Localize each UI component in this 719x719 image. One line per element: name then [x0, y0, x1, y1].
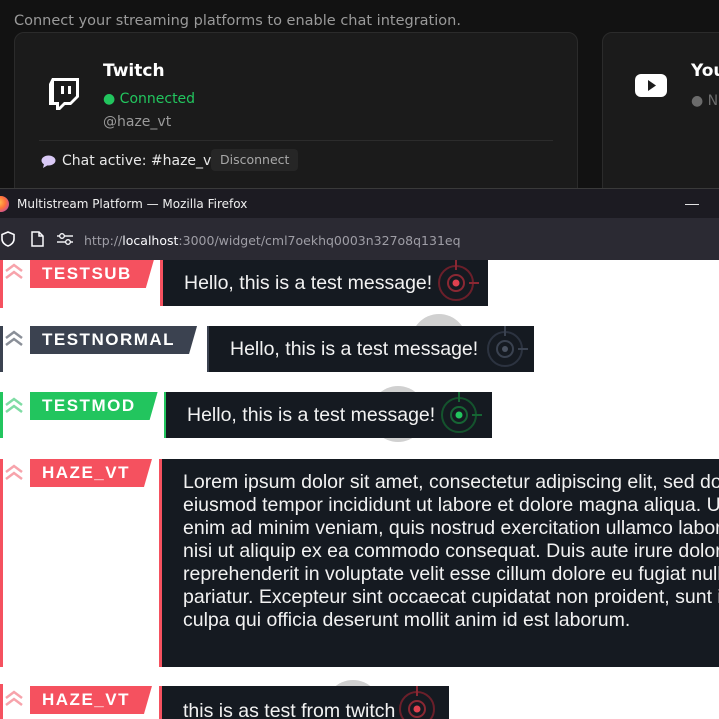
firefox-logo-icon: [0, 196, 9, 212]
mod-chevron-icon: [5, 397, 23, 413]
youtube-card: YouTube ● Not connected: [602, 32, 719, 188]
twitch-status: ● Connected: [103, 91, 196, 107]
message-accent-bar: [0, 326, 3, 372]
platforms-subtitle: Connect your streaming platforms to enab…: [14, 13, 461, 29]
crosshair-icon: [399, 686, 435, 719]
message-bubble: this is as test from twitch: [159, 686, 449, 719]
message-text: Lorem ipsum dolor sit amet, consectetur …: [183, 471, 719, 631]
permissions-icon[interactable]: [57, 233, 73, 245]
username-badge: HAZE_VT: [30, 686, 152, 714]
crosshair-icon: [438, 260, 479, 301]
page-icon[interactable]: [30, 231, 44, 247]
card-divider: [39, 140, 553, 141]
window-title: Multistream Platform — Mozilla Firefox: [17, 197, 248, 211]
twitch-icon: [49, 78, 79, 110]
url-host: localhost: [122, 233, 179, 248]
username-badge: TESTMOD: [30, 392, 158, 420]
crosshair-icon: [441, 392, 482, 433]
url-prefix: http://: [84, 233, 123, 248]
chat-active-status: Chat active: #haze_vt: [41, 153, 217, 169]
username-badge: TESTNORMAL: [30, 326, 197, 354]
twitch-name: Twitch: [103, 61, 165, 81]
sub-chevron-icon: [5, 464, 23, 480]
chat-bubble-icon: [41, 155, 56, 168]
message-accent-bar: [0, 260, 3, 308]
sub-chevron-icon: [5, 263, 23, 279]
platforms-panel: Connect your streaming platforms to enab…: [0, 0, 719, 188]
shield-icon[interactable]: [0, 231, 16, 247]
chat-message: HAZE_VT this is as test from twitch: [0, 680, 719, 719]
crosshair-icon: [487, 326, 528, 367]
minimize-button[interactable]: —: [684, 194, 700, 212]
chat-active-text: Chat active: #haze_vt: [62, 153, 217, 169]
disconnect-button[interactable]: Disconnect: [211, 149, 299, 171]
sub-chevron-icon: [5, 690, 23, 706]
message-accent-bar: [0, 459, 3, 667]
chat-message: TESTSUB Hello, this is a test message!: [0, 260, 719, 310]
browser-navbar: http://localhost:3000/widget/cml7oekhq00…: [0, 218, 719, 260]
message-bubble: Hello, this is a test message!: [160, 260, 488, 306]
message-accent-bar: [0, 684, 3, 719]
chat-message: HAZE_VT Lorem ipsum dolor sit amet, cons…: [0, 459, 719, 669]
twitch-card: Twitch ● Connected @haze_vt Chat active:…: [14, 32, 578, 188]
youtube-name: YouTube: [691, 61, 719, 81]
twitch-handle: @haze_vt: [103, 114, 172, 130]
chat-message: TESTNORMAL Hello, this is a test message…: [0, 314, 719, 376]
youtube-status: ● Not connected: [691, 93, 719, 109]
youtube-icon: [635, 74, 667, 97]
chat-widget: TESTSUB Hello, this is a test message! T…: [0, 260, 719, 719]
browser-titlebar: Multistream Platform — Mozilla Firefox —: [0, 188, 719, 219]
message-bubble: Hello, this is a test message!: [164, 392, 492, 438]
username-badge: HAZE_VT: [30, 459, 152, 487]
chat-message: TESTMOD Hello, this is a test message!: [0, 386, 719, 442]
username-badge: TESTSUB: [30, 260, 154, 288]
message-bubble: Hello, this is a test message!: [207, 326, 534, 372]
normal-chevron-icon: [5, 330, 23, 346]
url-path: :3000/widget/cml7oekhq0003n327o8q131eq: [178, 233, 461, 248]
message-accent-bar: [0, 392, 3, 438]
message-bubble: Lorem ipsum dolor sit amet, consectetur …: [159, 459, 719, 667]
url-field[interactable]: http://localhost:3000/widget/cml7oekhq00…: [84, 233, 461, 248]
